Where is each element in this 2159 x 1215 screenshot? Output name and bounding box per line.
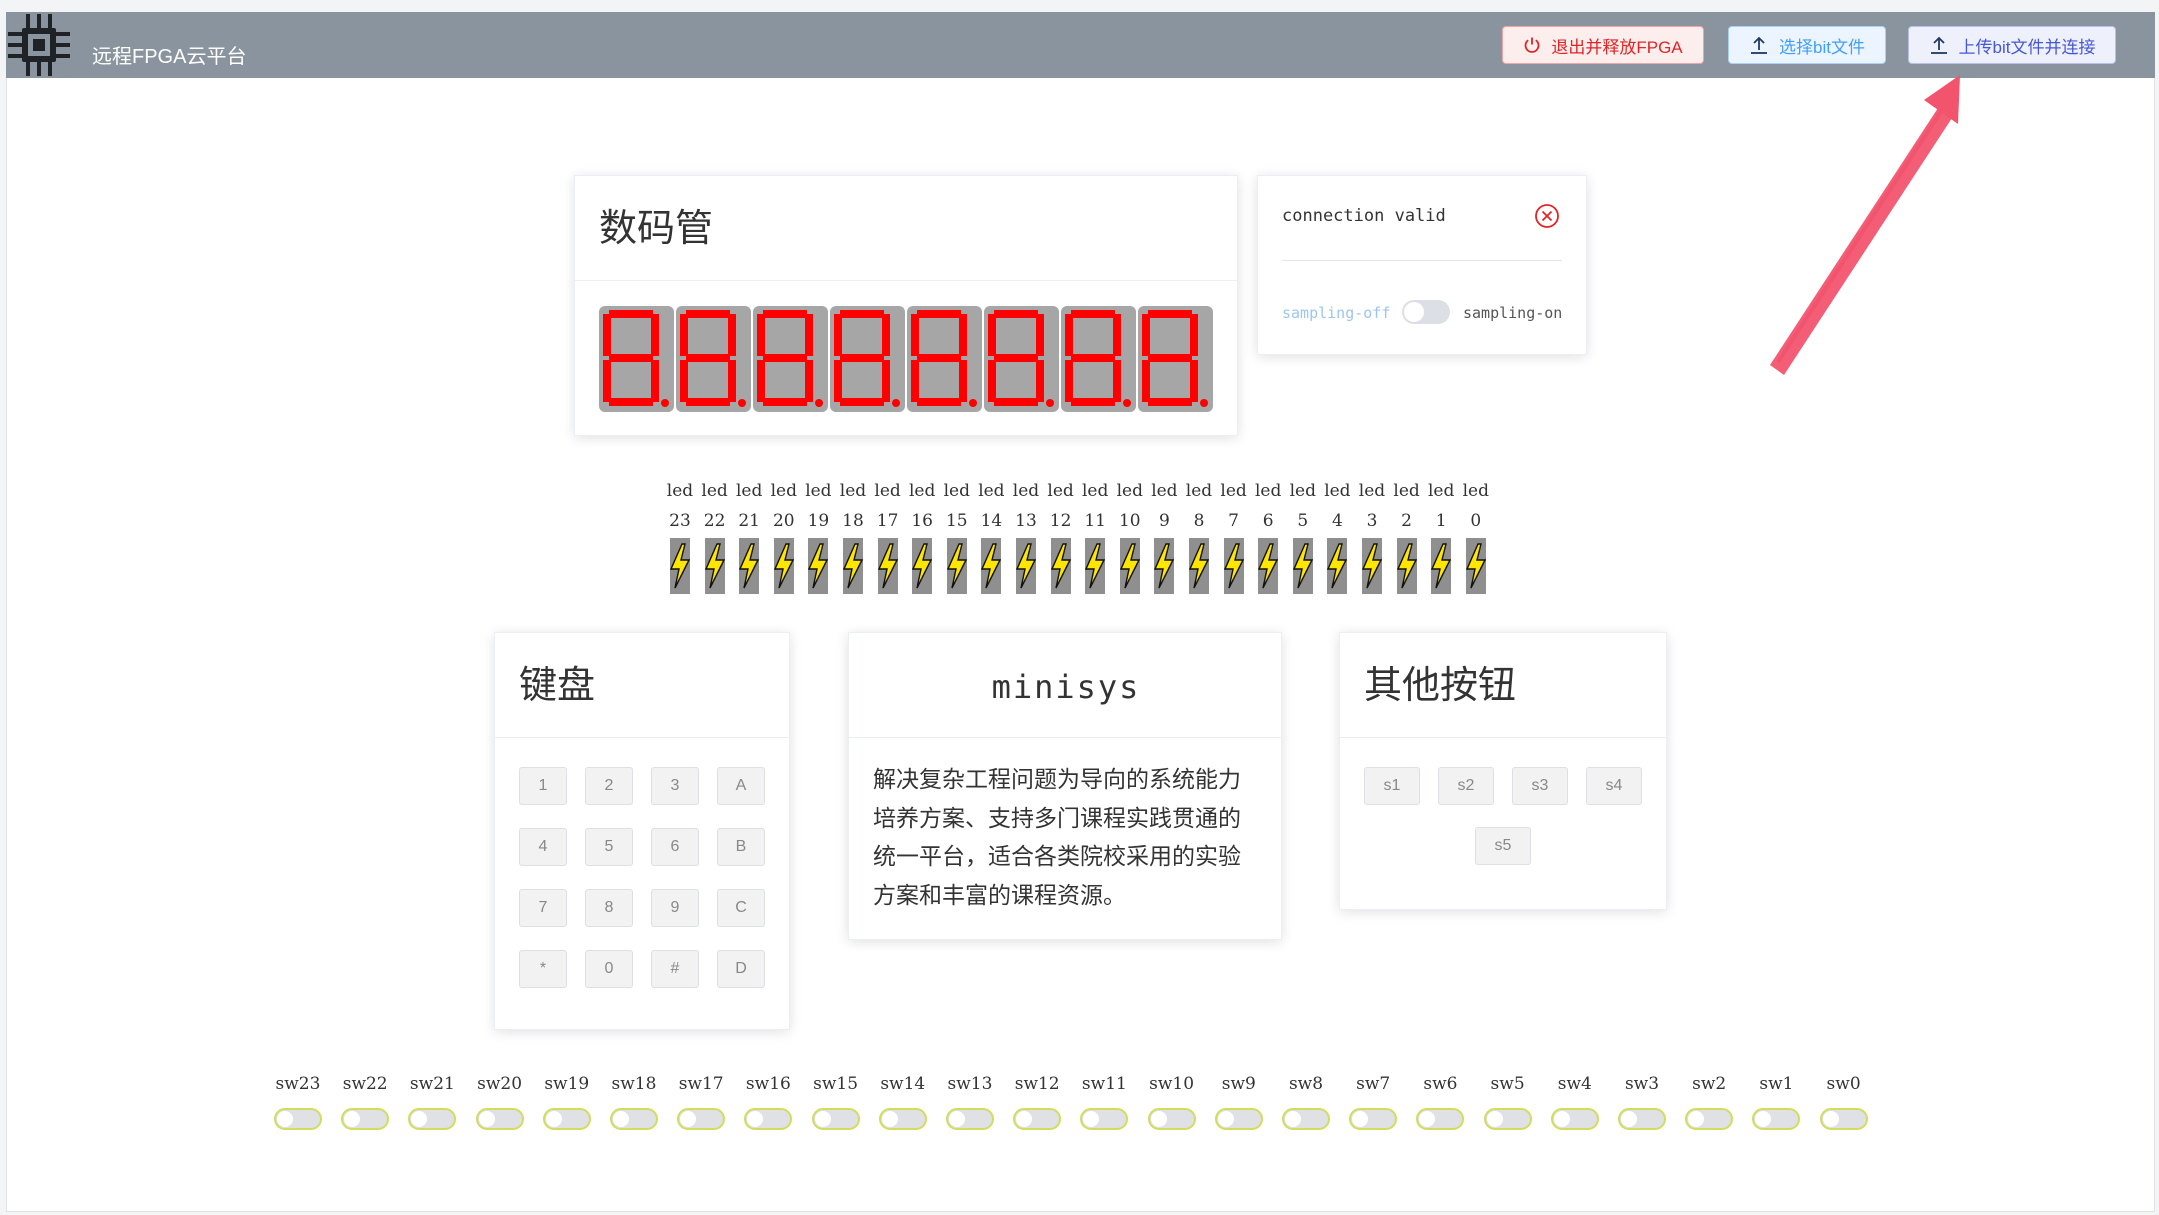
- annotation-arrow-icon: [1770, 75, 1960, 375]
